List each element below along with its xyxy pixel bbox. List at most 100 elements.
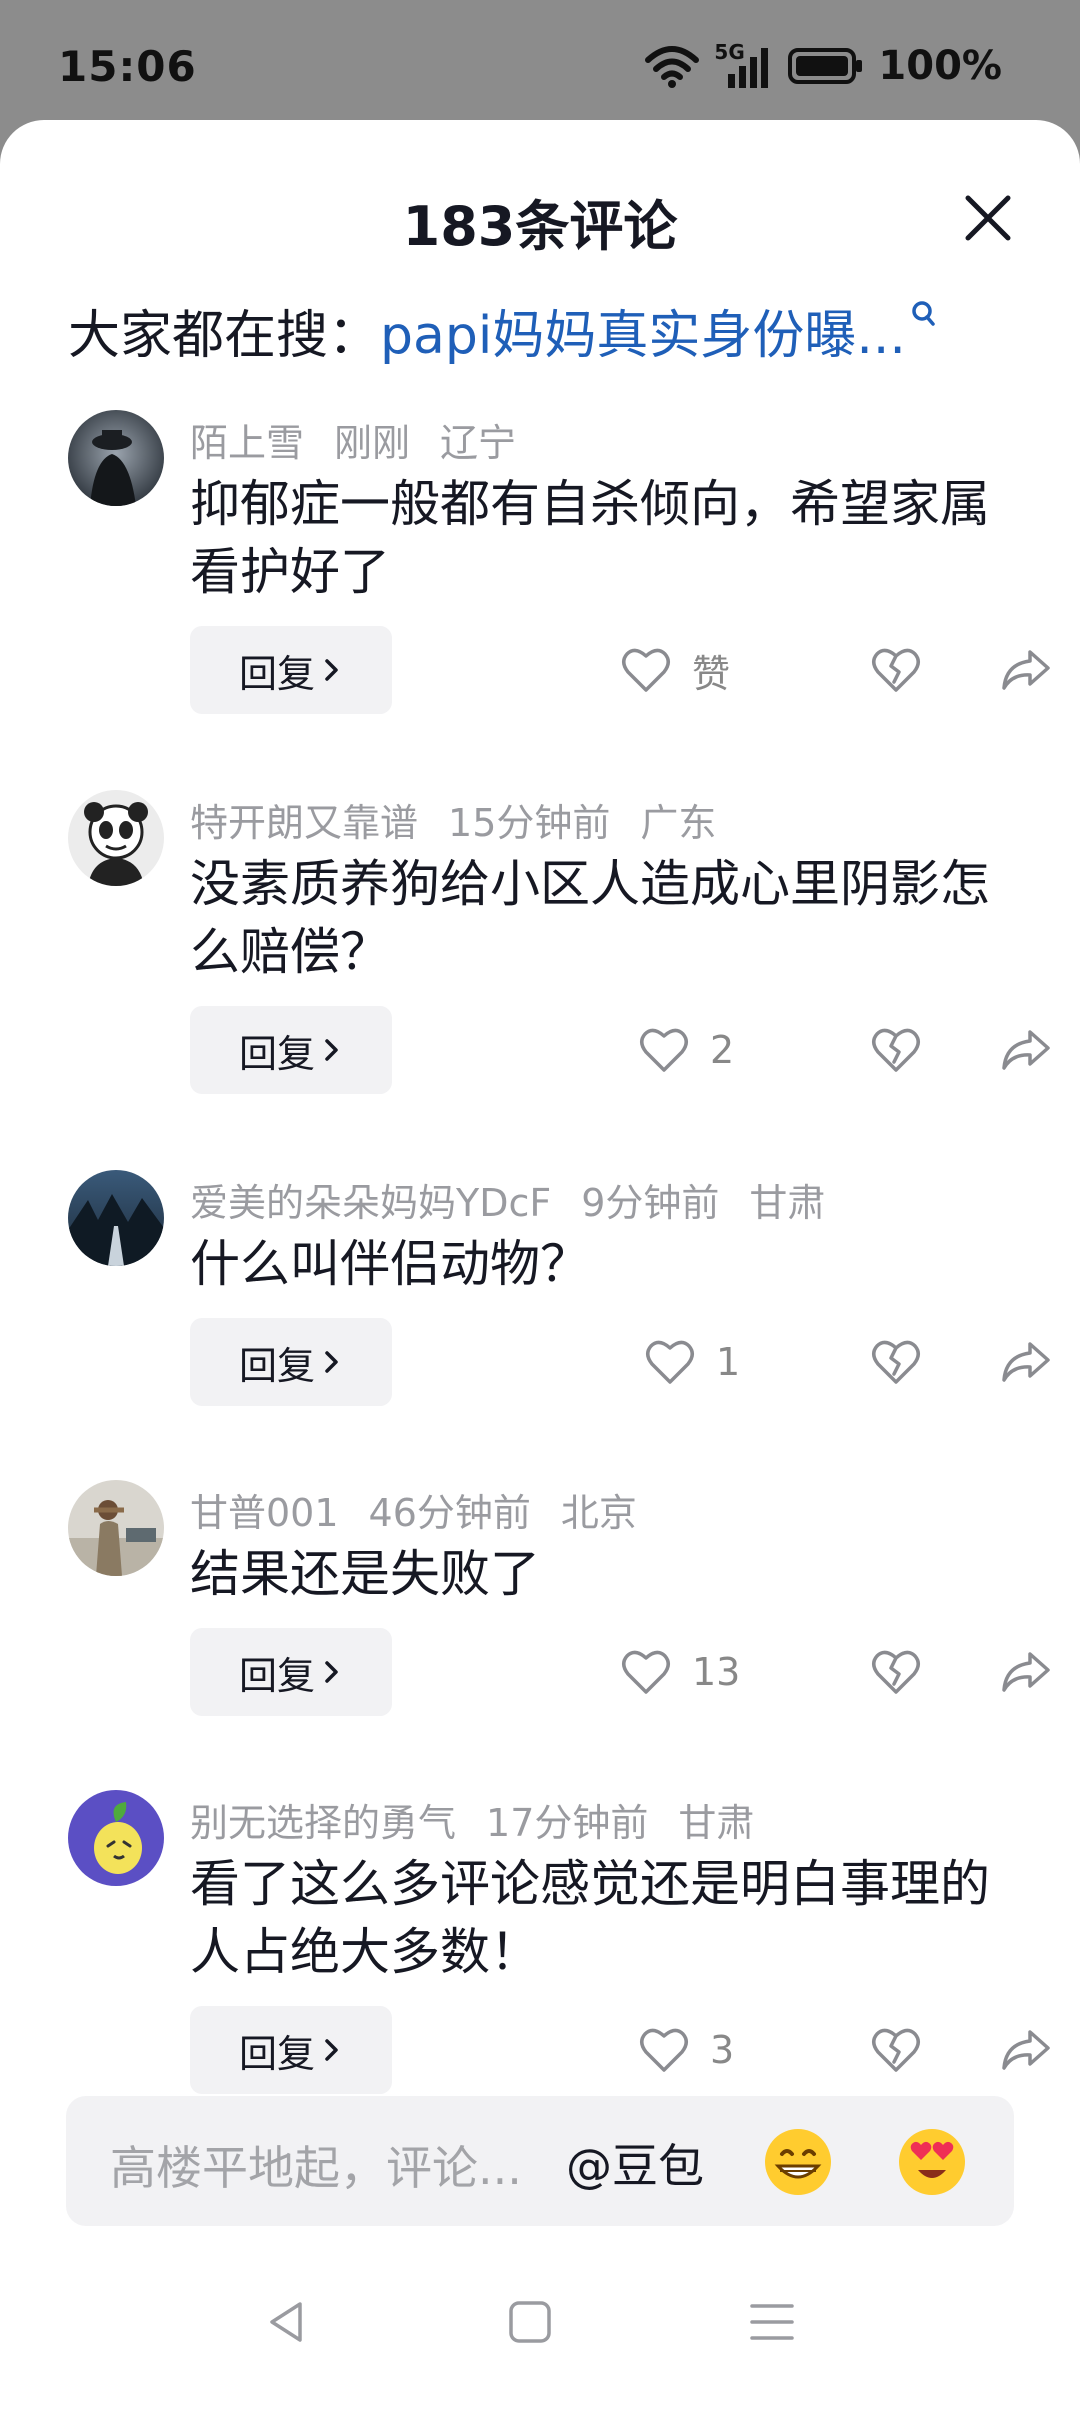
trending-search[interactable]: 大家都在搜： papi妈妈真实身份曝...: [68, 290, 936, 370]
like-count: 赞: [692, 651, 731, 696]
broken-heart-icon[interactable]: [870, 1336, 922, 1388]
chevron-right-icon: [325, 1661, 338, 1683]
comment-meta: 特开朗又靠谱 15分钟前 广东: [190, 792, 717, 845]
like-button[interactable]: 2: [638, 1006, 734, 1094]
comment-time: 9分钟前: [581, 1181, 720, 1225]
chevron-right-icon: [325, 659, 338, 681]
like-count: 3: [710, 2028, 735, 2072]
broken-heart-icon[interactable]: [870, 1024, 922, 1076]
avatar[interactable]: [68, 1480, 164, 1576]
share-icon[interactable]: [998, 1646, 1052, 1698]
signal-icon: 5G: [714, 40, 774, 88]
comment-location: 甘肃: [678, 1801, 755, 1845]
broken-heart-icon[interactable]: [870, 1646, 922, 1698]
reply-button[interactable]: 回复: [190, 626, 392, 714]
reply-button[interactable]: 回复: [190, 2006, 392, 2094]
battery-percent: 100%: [878, 43, 1002, 89]
broken-heart-icon[interactable]: [870, 2024, 922, 2076]
comment-actions: 赞: [620, 626, 1080, 714]
comment-username[interactable]: 特开朗又靠谱: [190, 792, 418, 845]
avatar[interactable]: [68, 1790, 164, 1886]
like-button[interactable]: 1: [644, 1318, 740, 1406]
comment-time: 46分钟前: [368, 1491, 531, 1535]
comment-list[interactable]: 陌上雪 刚刚 辽宁 抑郁症一般都有自杀倾向，希望家属看护好了 回复 赞 特开朗又…: [0, 410, 1080, 2186]
comment-location: 甘肃: [749, 1181, 826, 1225]
comment-meta: 甘普001 46分钟前 北京: [190, 1482, 637, 1535]
reply-label: 回复: [238, 1343, 315, 1388]
like-count: 13: [692, 1650, 741, 1694]
comment-item: 别无选择的勇气 17分钟前 甘肃 看了这么多评论感觉还是明白事理的人占绝大多数！…: [0, 1790, 1080, 2120]
chevron-right-icon: [325, 1351, 338, 1373]
heart-icon: [640, 2028, 688, 2072]
comment-time: 15分钟前: [448, 801, 611, 845]
status-icons: 5G 100%: [644, 40, 1002, 92]
back-icon[interactable]: [262, 2298, 310, 2346]
heart-eyes-emoji-icon[interactable]: [896, 2126, 968, 2198]
comment-actions: 13: [620, 1628, 1080, 1716]
avatar[interactable]: [68, 790, 164, 886]
share-icon[interactable]: [998, 1024, 1052, 1076]
like-button[interactable]: 3: [638, 2006, 734, 2094]
like-button[interactable]: 13: [620, 1628, 740, 1716]
comment-meta: 爱美的朵朵妈妈YDcF 9分钟前 甘肃: [190, 1172, 826, 1225]
comment-username[interactable]: 陌上雪: [190, 412, 304, 465]
comment-actions: 3: [620, 2006, 1080, 2094]
heart-icon: [640, 1028, 688, 1072]
reply-label: 回复: [238, 1653, 315, 1698]
home-icon[interactable]: [506, 2298, 554, 2346]
like-button[interactable]: 赞: [620, 626, 730, 714]
comment-sheet: 183条评论 大家都在搜： papi妈妈真实身份曝... 陌上雪 刚刚 辽宁 抑…: [0, 120, 1080, 2412]
comment-meta: 别无选择的勇气 17分钟前 甘肃: [190, 1792, 755, 1845]
heart-icon: [622, 648, 670, 692]
like-count: 2: [710, 1028, 735, 1072]
reply-label: 回复: [238, 1031, 315, 1076]
system-nav-bar: [0, 2240, 1080, 2412]
trending-search-prefix: 大家都在搜：: [68, 305, 381, 366]
avatar[interactable]: [68, 410, 164, 506]
comment-location: 北京: [560, 1491, 637, 1535]
avatar[interactable]: [68, 1170, 164, 1266]
comment-text: 看了这么多评论感觉还是明白事理的人占绝大多数！: [190, 1855, 990, 1981]
comment-item: 陌上雪 刚刚 辽宁 抑郁症一般都有自杀倾向，希望家属看护好了 回复 赞: [0, 410, 1080, 740]
reply-button[interactable]: 回复: [190, 1006, 392, 1094]
menu-icon[interactable]: [748, 2298, 796, 2346]
reply-button[interactable]: 回复: [190, 1628, 392, 1716]
comment-username[interactable]: 别无选择的勇气: [190, 1792, 456, 1845]
comment-username[interactable]: 甘普001: [190, 1482, 339, 1535]
comment-input-bar[interactable]: 高楼平地起，评论... @豆包: [66, 2096, 1014, 2226]
comment-text: 什么叫伴侣动物？: [190, 1235, 590, 1293]
comment-input[interactable]: 高楼平地起，评论...: [110, 2132, 522, 2198]
comment-actions: 2: [620, 1006, 1080, 1094]
status-time: 15:06: [58, 42, 197, 91]
comment-time: 刚刚: [334, 421, 411, 465]
battery-icon: [788, 48, 863, 84]
comment-actions: 1: [620, 1318, 1080, 1406]
comment-meta: 陌上雪 刚刚 辽宁: [190, 412, 517, 465]
comment-item: 爱美的朵朵妈妈YDcF 9分钟前 甘肃 什么叫伴侣动物？ 回复 1: [0, 1170, 1080, 1440]
reply-label: 回复: [238, 651, 315, 696]
sheet-title: 183条评论: [402, 195, 678, 258]
reply-label: 回复: [238, 2031, 315, 2076]
reply-button[interactable]: 回复: [190, 1318, 392, 1406]
comment-time: 17分钟前: [486, 1801, 649, 1845]
wifi-icon: [645, 46, 700, 88]
comment-username[interactable]: 爱美的朵朵妈妈YDcF: [190, 1172, 551, 1225]
mention-button[interactable]: @豆包: [566, 2130, 704, 2196]
close-icon[interactable]: [960, 190, 1016, 246]
broken-heart-icon[interactable]: [870, 644, 922, 696]
share-icon[interactable]: [998, 2024, 1052, 2076]
share-icon[interactable]: [998, 644, 1052, 696]
comment-text: 结果还是失败了: [190, 1545, 540, 1603]
search-icon: [912, 301, 935, 326]
share-icon[interactable]: [998, 1336, 1052, 1388]
heart-icon: [646, 1340, 694, 1384]
comment-text: 抑郁症一般都有自杀倾向，希望家属看护好了: [190, 475, 990, 601]
heart-icon: [622, 1650, 670, 1694]
comment-location: 广东: [640, 801, 717, 845]
status-bar: 15:06 5G 100%: [0, 0, 1080, 120]
trending-search-query[interactable]: papi妈妈真实身份曝...: [380, 293, 906, 368]
comment-location: 辽宁: [440, 421, 517, 465]
comment-item: 甘普001 46分钟前 北京 结果还是失败了 回复 13: [0, 1480, 1080, 1750]
grinning-emoji-icon[interactable]: [762, 2126, 834, 2198]
chevron-right-icon: [325, 2039, 338, 2061]
